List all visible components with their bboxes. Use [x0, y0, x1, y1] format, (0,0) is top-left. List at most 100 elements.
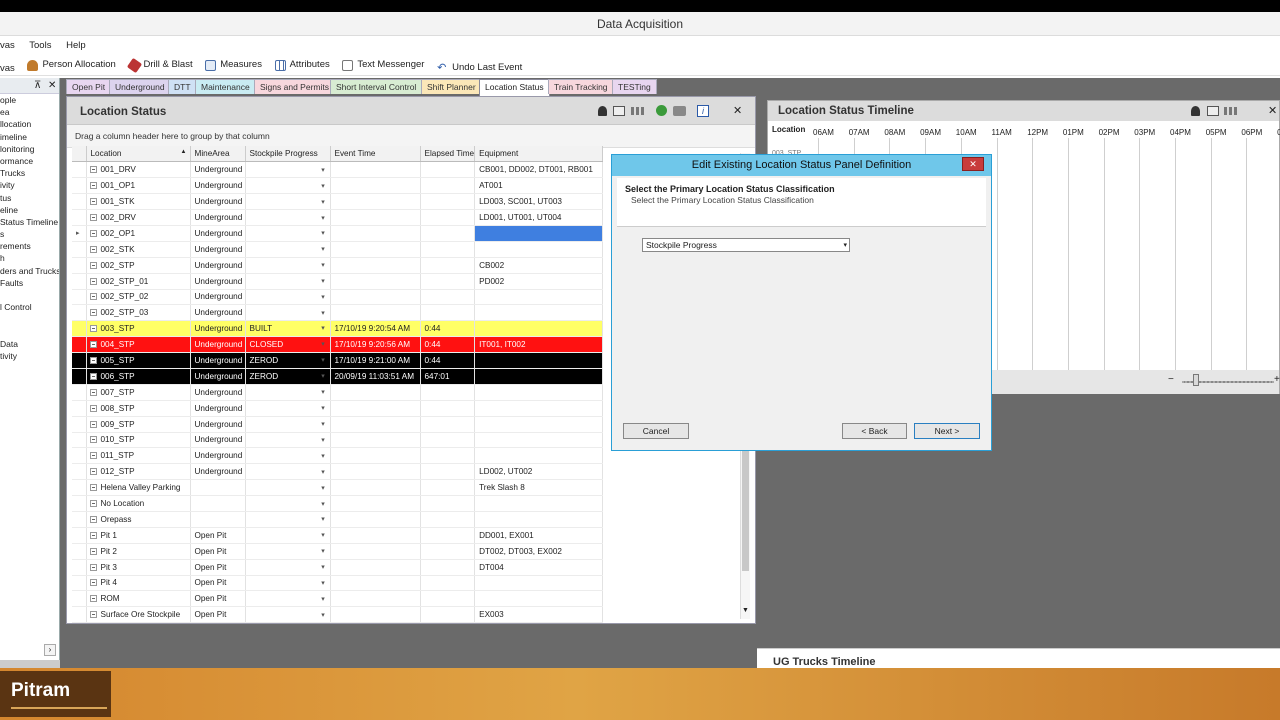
cell-minearea[interactable]: Underground [190, 432, 246, 449]
cell-equipment[interactable] [474, 289, 604, 306]
chevron-down-icon[interactable]: ▾ [319, 563, 328, 571]
cell-equipment[interactable]: AT001 [474, 177, 604, 195]
cell-stockpile-progress[interactable]: ▾ [245, 161, 331, 179]
cell-elapsed-time[interactable] [420, 463, 476, 481]
chevron-down-icon[interactable]: ▾ [319, 531, 328, 539]
chevron-down-icon[interactable]: ▾ [319, 579, 328, 587]
cell-elapsed-time[interactable]: 647:01 [420, 368, 476, 385]
cell-elapsed-time[interactable] [420, 432, 476, 449]
cell-equipment[interactable]: LD003, SC001, UT003 [474, 193, 604, 211]
cell-equipment[interactable] [474, 352, 604, 369]
cell-elapsed-time[interactable] [420, 289, 476, 306]
nav-item[interactable] [0, 289, 59, 301]
cell-equipment[interactable] [474, 384, 604, 401]
measures-button[interactable]: Measures [205, 56, 262, 74]
chevron-down-icon[interactable]: ▾ [319, 452, 328, 460]
cell-event-time[interactable]: 17/10/19 9:21:00 AM [330, 352, 421, 369]
cell-event-time[interactable] [330, 447, 421, 465]
cell-stockpile-progress[interactable]: ▾ [245, 479, 331, 497]
tab-signs-and-permits[interactable]: Signs and Permits [254, 79, 335, 94]
zoom-slider-thumb[interactable] [1193, 374, 1199, 386]
menu-item-canvas[interactable]: vas [0, 40, 15, 51]
cell-equipment[interactable]: LD002, UT002 [474, 463, 604, 481]
cell-minearea[interactable]: Underground [190, 161, 246, 179]
cell-equipment[interactable] [474, 495, 604, 512]
cell-elapsed-time[interactable] [420, 273, 476, 290]
help-icon[interactable]: i [697, 105, 709, 117]
cell-event-time[interactable] [330, 241, 421, 258]
tab-train-tracking[interactable]: Train Tracking [548, 79, 614, 94]
cell-stockpile-progress[interactable]: ▾ [245, 432, 331, 449]
expand-icon[interactable] [89, 420, 97, 428]
cell-stockpile-progress[interactable]: ▾ [245, 257, 331, 274]
cell-location[interactable]: No Location [86, 495, 191, 512]
cell-equipment[interactable] [474, 432, 604, 449]
cell-location[interactable]: 002_STP_03 [86, 304, 191, 322]
table-row[interactable]: Helena Valley Parking ▾ Trek Slash 8 [72, 479, 604, 497]
cell-minearea[interactable]: Open Pit [190, 575, 246, 592]
cell-equipment[interactable]: Trek Slash 8 [474, 479, 604, 497]
cell-minearea[interactable]: Underground [190, 177, 246, 195]
column-header-location[interactable]: Location ▲ [86, 146, 191, 163]
nav-item[interactable]: s [0, 228, 59, 240]
cell-stockpile-progress[interactable]: ▾ [245, 575, 331, 592]
cell-location[interactable]: Pit 3 [86, 559, 191, 576]
table-row[interactable]: 006_STP Underground ZEROD ▾ 20/09/19 11:03:5… [72, 368, 604, 385]
table-row[interactable]: Surface Ore Stockpile Open Pit ▾ EX003 [72, 606, 604, 624]
chevron-down-icon[interactable]: ▾ [319, 324, 328, 332]
chevron-down-icon[interactable]: ▾ [319, 245, 328, 253]
cell-event-time[interactable] [330, 400, 421, 417]
table-row[interactable]: 002_STP_02 Underground ▾ [72, 289, 604, 306]
chevron-down-icon[interactable]: ▾ [319, 388, 328, 396]
undo-last-event-button[interactable]: ↶ Undo Last Event [437, 59, 522, 77]
expand-icon[interactable] [89, 547, 97, 555]
columns-icon[interactable] [631, 107, 645, 115]
dialog-close-button[interactable]: ✕ [962, 157, 984, 171]
cell-stockpile-progress[interactable]: ▾ [245, 590, 331, 608]
cell-minearea[interactable]: Open Pit [190, 543, 246, 560]
chevron-down-icon[interactable]: ▾ [319, 309, 328, 317]
cell-minearea[interactable]: Underground [190, 368, 246, 385]
cell-equipment[interactable] [474, 590, 604, 608]
text-messenger-button[interactable]: Text Messenger [342, 56, 424, 74]
cell-minearea[interactable]: Underground [190, 416, 246, 433]
cell-equipment[interactable] [474, 447, 604, 465]
chevron-down-icon[interactable]: ▾ [319, 198, 328, 206]
layout-icon[interactable] [613, 106, 625, 116]
cell-event-time[interactable] [330, 463, 421, 481]
cell-stockpile-progress[interactable]: ▾ [245, 193, 331, 211]
cell-equipment[interactable] [474, 320, 604, 338]
cell-stockpile-progress[interactable]: ▾ [245, 559, 331, 576]
expand-icon[interactable] [89, 500, 97, 508]
cell-stockpile-progress[interactable]: ZEROD ▾ [245, 352, 331, 369]
cell-equipment[interactable] [474, 368, 604, 385]
table-row[interactable]: No Location ▾ [72, 495, 604, 512]
menu-item-tools[interactable]: Tools [29, 40, 51, 51]
cell-location[interactable]: 008_STP [86, 400, 191, 417]
cell-event-time[interactable] [330, 575, 421, 592]
cell-minearea[interactable] [190, 511, 246, 528]
cell-event-time[interactable] [330, 606, 421, 624]
expand-icon[interactable] [89, 245, 97, 253]
cell-location[interactable]: 010_STP [86, 432, 191, 449]
cell-elapsed-time[interactable] [420, 384, 476, 401]
column-header-equipment[interactable]: Equipment [474, 146, 604, 163]
back-button[interactable]: < Back [842, 423, 907, 439]
cell-location[interactable]: Surface Ore Stockpile [86, 606, 191, 624]
cell-equipment[interactable]: LD001, UT001, UT004 [474, 209, 604, 226]
cell-location[interactable]: Pit 1 [86, 527, 191, 544]
cell-location[interactable]: 006_STP [86, 368, 191, 385]
cell-equipment[interactable] [474, 241, 604, 258]
cell-stockpile-progress[interactable]: ▾ [245, 225, 331, 242]
tab-dtt[interactable]: DTT [168, 79, 197, 94]
cell-minearea[interactable]: Underground [190, 257, 246, 274]
nav-item[interactable]: rements [0, 240, 59, 252]
cell-stockpile-progress[interactable]: ▾ [245, 463, 331, 481]
cell-equipment[interactable] [474, 575, 604, 592]
group-by-hint[interactable]: Drag a column header here to group by th… [67, 125, 755, 148]
cell-elapsed-time[interactable] [420, 543, 476, 560]
cell-stockpile-progress[interactable]: ▾ [245, 606, 331, 624]
expand-icon[interactable] [89, 357, 97, 365]
cell-event-time[interactable] [330, 273, 421, 290]
cell-event-time[interactable] [330, 225, 421, 242]
